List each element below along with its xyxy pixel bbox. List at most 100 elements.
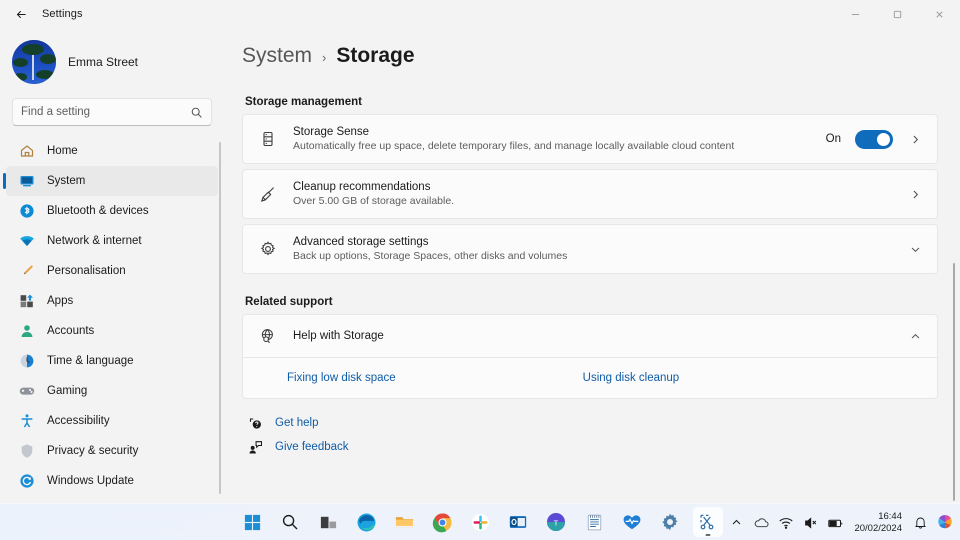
- help-with-storage-text: Help with Storage: [293, 330, 907, 342]
- system-icon: [18, 173, 35, 190]
- user-name: Emma Street: [68, 55, 138, 69]
- bluetooth-icon: [18, 203, 35, 220]
- health-button[interactable]: [617, 507, 647, 537]
- clock-date: 20/02/2024: [854, 523, 902, 535]
- chevron-right-icon[interactable]: [907, 134, 923, 145]
- clock[interactable]: 16:44 20/02/2024: [854, 511, 902, 535]
- task-view-icon: [319, 513, 338, 532]
- breadcrumb: System › Storage: [242, 28, 960, 68]
- search-box[interactable]: [12, 98, 212, 126]
- content-scrollbar[interactable]: [953, 263, 955, 501]
- title-bar: Settings: [0, 0, 960, 28]
- search-input[interactable]: [21, 106, 190, 118]
- sidebar-item-system[interactable]: System: [6, 166, 218, 196]
- give-feedback-link[interactable]: Give feedback: [242, 439, 960, 455]
- slack-button[interactable]: [465, 507, 495, 537]
- help-with-storage-controls: [907, 331, 923, 342]
- svg-text:T: T: [554, 518, 559, 527]
- help-link-fixing-low-disk-space[interactable]: Fixing low disk space: [287, 372, 396, 384]
- cleanup-recommendations-text: Cleanup recommendations Over 5.00 GB of …: [293, 181, 907, 207]
- help-links-panel: Fixing low disk space Using disk cleanup: [242, 358, 938, 399]
- footer-links: Get help Give feedback: [242, 415, 960, 455]
- content-area: System › Storage Storage management: [224, 28, 960, 503]
- slack-icon: [471, 513, 490, 532]
- advanced-storage-settings-card[interactable]: Advanced storage settings Back up option…: [242, 224, 938, 274]
- sidebar-item-personalisation[interactable]: Personalisation: [6, 256, 218, 286]
- running-indicator: [706, 534, 711, 536]
- battery-tray-icon[interactable]: [827, 514, 845, 532]
- sidebar-item-label: Personalisation: [47, 265, 126, 277]
- gaming-icon: [18, 383, 35, 400]
- teams-button[interactable]: T: [541, 507, 571, 537]
- sidebar-item-time-language[interactable]: Time & language: [6, 346, 218, 376]
- cleanup-recommendations-card[interactable]: Cleanup recommendations Over 5.00 GB of …: [242, 169, 938, 219]
- onedrive-tray-icon[interactable]: [752, 514, 770, 532]
- copilot-icon: [936, 513, 954, 532]
- get-help-link[interactable]: Get help: [242, 415, 960, 431]
- back-button[interactable]: [4, 1, 38, 27]
- close-button[interactable]: [918, 0, 960, 28]
- file-explorer-button[interactable]: [389, 507, 419, 537]
- sidebar-item-label: Accounts: [47, 325, 94, 337]
- storage-sense-card[interactable]: Storage Sense Automatically free up spac…: [242, 114, 938, 164]
- help-link-using-disk-cleanup[interactable]: Using disk cleanup: [583, 372, 680, 384]
- maximize-button[interactable]: [876, 0, 918, 28]
- notepad-button[interactable]: [579, 507, 609, 537]
- copilot-button[interactable]: [936, 514, 954, 532]
- search-button[interactable]: [275, 507, 305, 537]
- tray-overflow-button[interactable]: [727, 514, 745, 532]
- minimize-icon: [850, 9, 861, 20]
- windows-logo-icon: [243, 513, 262, 532]
- windows-update-icon: [18, 473, 35, 490]
- taskbar-items: T: [237, 507, 723, 537]
- chevron-down-icon[interactable]: [907, 244, 923, 255]
- window-controls: [834, 0, 960, 28]
- bell-icon: [913, 515, 928, 530]
- related-support-heading: Related support: [245, 296, 960, 308]
- user-account[interactable]: Emma Street: [0, 28, 224, 94]
- sidebar-item-privacy-security[interactable]: Privacy & security: [6, 436, 218, 466]
- network-tray-icon[interactable]: [777, 514, 795, 532]
- volume-tray-icon[interactable]: [802, 514, 820, 532]
- storage-management-cards: Storage Sense Automatically free up spac…: [242, 114, 938, 274]
- sidebar-item-apps[interactable]: Apps: [6, 286, 218, 316]
- privacy-security-icon: [18, 443, 35, 460]
- home-icon: [18, 143, 35, 160]
- snipping-tool-button[interactable]: [693, 507, 723, 537]
- teams-icon: T: [546, 512, 566, 532]
- sidebar-item-accessibility[interactable]: Accessibility: [6, 406, 218, 436]
- chevron-up-icon[interactable]: [907, 331, 923, 342]
- heart-icon: [622, 512, 642, 532]
- back-arrow-icon: [15, 8, 28, 21]
- edge-button[interactable]: [351, 507, 381, 537]
- battery-icon: [827, 514, 845, 532]
- chrome-button[interactable]: [427, 507, 457, 537]
- storage-sense-toggle[interactable]: [855, 130, 893, 149]
- task-view-button[interactable]: [313, 507, 343, 537]
- get-help-icon: [247, 415, 263, 431]
- breadcrumb-parent[interactable]: System: [242, 44, 312, 68]
- notifications-button[interactable]: [911, 514, 929, 532]
- related-support-cards: Help with Storage Fixing low disk space …: [242, 314, 938, 399]
- outlook-button[interactable]: [503, 507, 533, 537]
- chevron-right-icon[interactable]: [907, 189, 923, 200]
- sidebar-scrollbar[interactable]: [219, 142, 221, 494]
- outlook-icon: [508, 512, 528, 532]
- advanced-storage-settings-text: Advanced storage settings Back up option…: [293, 236, 907, 262]
- sidebar-item-accounts[interactable]: Accounts: [6, 316, 218, 346]
- chevron-right-icon: ›: [322, 50, 326, 65]
- sidebar-nav: Home System Bluetooth & devices: [0, 136, 224, 503]
- sidebar-item-windows-update[interactable]: Windows Update: [6, 466, 218, 496]
- time-language-icon: [18, 353, 35, 370]
- settings-button[interactable]: [655, 507, 685, 537]
- help-globe-icon: [257, 327, 279, 345]
- sidebar-item-home[interactable]: Home: [6, 136, 218, 166]
- sidebar-item-gaming[interactable]: Gaming: [6, 376, 218, 406]
- start-button[interactable]: [237, 507, 267, 537]
- help-with-storage-card[interactable]: Help with Storage: [242, 314, 938, 358]
- card-subtitle: Over 5.00 GB of storage available.: [293, 195, 907, 207]
- minimize-button[interactable]: [834, 0, 876, 28]
- sidebar-item-bluetooth-devices[interactable]: Bluetooth & devices: [6, 196, 218, 226]
- card-title: Storage Sense: [293, 126, 826, 138]
- sidebar-item-network-internet[interactable]: Network & internet: [6, 226, 218, 256]
